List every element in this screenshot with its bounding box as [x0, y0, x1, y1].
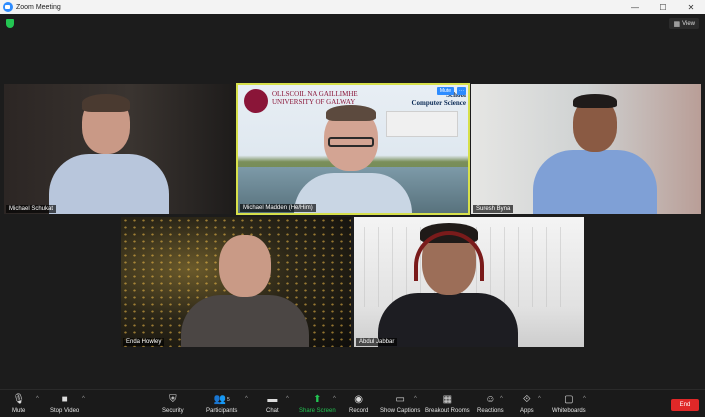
video-tile-michael-schukat[interactable]: Michael Schukat: [4, 84, 234, 214]
whiteboard-icon: ▢: [564, 394, 574, 405]
participant-video: [533, 150, 657, 214]
apps-options-chevron-icon[interactable]: ^: [538, 396, 541, 402]
window-title: Zoom Meeting: [16, 3, 61, 11]
more-options-button[interactable]: ···: [457, 87, 466, 95]
participant-video: [378, 293, 518, 347]
chat-bubble-icon: ▬: [267, 394, 278, 405]
video-tile-suresh-byna[interactable]: Suresh Byna: [471, 84, 701, 214]
participants-button[interactable]: 👥5 Participants: [206, 394, 237, 414]
meeting-toolbar: 🎙 Mute ^ ■ Stop Video ^ ⛨ Security 👥5 Pa…: [0, 389, 705, 417]
share-screen-icon: ⬆: [313, 394, 322, 405]
shield-icon: ⛨: [169, 394, 177, 405]
participant-name-tag: Michael Schukat: [6, 205, 57, 213]
virtual-background-building: [386, 111, 458, 137]
apps-icon: ⟐: [522, 394, 531, 405]
reactions-options-chevron-icon[interactable]: ^: [500, 396, 503, 402]
close-button[interactable]: ✕: [677, 0, 705, 14]
chat-options-chevron-icon[interactable]: ^: [286, 396, 289, 402]
share-screen-button[interactable]: ⬆ Share Screen: [299, 394, 336, 414]
apps-button[interactable]: ⟐ Apps: [520, 394, 534, 414]
captions-options-chevron-icon[interactable]: ^: [414, 396, 417, 402]
title-bar: Zoom Meeting — ☐ ✕: [0, 0, 705, 14]
participant-name-tag: Abdul Jabbar: [356, 338, 398, 346]
microphone-icon: 🎙: [12, 394, 26, 405]
video-camera-icon: ■: [61, 394, 68, 405]
view-button[interactable]: ▦ View: [669, 18, 699, 29]
participant-video-face: [219, 235, 271, 297]
encryption-shield-icon[interactable]: [6, 19, 14, 28]
zoom-logo-icon: [3, 2, 13, 12]
participant-video-hair: [82, 94, 130, 112]
share-options-chevron-icon[interactable]: ^: [333, 396, 336, 402]
participant-video-hair: [326, 105, 376, 121]
breakout-rooms-icon: ▦: [442, 394, 453, 405]
captions-icon: ▭: [395, 394, 405, 405]
window-controls: — ☐ ✕: [621, 0, 705, 14]
reactions-smiley-icon: ☺: [485, 394, 496, 405]
whiteboards-button[interactable]: ▢ Whiteboards: [552, 394, 586, 414]
participant-name-tag: Michael Madden (He/Him): [240, 204, 316, 212]
chat-button[interactable]: ▬ Chat: [266, 394, 279, 414]
participants-icon: 👥5: [213, 394, 230, 405]
participants-options-chevron-icon[interactable]: ^: [245, 396, 248, 402]
stop-video-button[interactable]: ■ Stop Video: [50, 394, 79, 414]
university-name: OLLSCOIL NA GAILLIMHE UNIVERSITY OF GALW…: [272, 90, 358, 106]
grid-view-icon: ▦: [673, 20, 681, 28]
minimize-button[interactable]: —: [621, 0, 649, 14]
video-tile-abdul-jabbar[interactable]: Abdul Jabbar: [354, 217, 584, 347]
end-meeting-button[interactable]: End: [671, 399, 699, 411]
mute-button[interactable]: 🎙 Mute: [12, 394, 25, 414]
mute-participant-button[interactable]: Mute: [436, 87, 454, 95]
whiteboards-options-chevron-icon[interactable]: ^: [583, 396, 586, 402]
maximize-button[interactable]: ☐: [649, 0, 677, 14]
video-tile-enda-howley[interactable]: Enda Howley: [121, 217, 351, 347]
audio-options-chevron-icon[interactable]: ^: [36, 396, 39, 402]
participant-video-glasses: [328, 137, 374, 147]
record-icon: ◉: [354, 394, 364, 405]
video-tile-michael-madden[interactable]: OLLSCOIL NA GAILLIMHE UNIVERSITY OF GALW…: [236, 83, 470, 215]
record-button[interactable]: ◉ Record: [349, 394, 368, 414]
security-button[interactable]: ⛨ Security: [162, 394, 184, 414]
participant-video: [49, 154, 169, 214]
participant-video: [181, 295, 309, 347]
video-options-chevron-icon[interactable]: ^: [82, 396, 85, 402]
breakout-rooms-button[interactable]: ▦ Breakout Rooms: [425, 394, 470, 414]
view-button-label: View: [682, 20, 695, 27]
university-crest-icon: [244, 89, 268, 113]
meeting-area: ▦ View Michael Schukat OLLSCOIL NA GAILL…: [0, 14, 705, 389]
participant-name-tag: Suresh Byna: [473, 205, 514, 213]
participants-count: 5: [227, 397, 230, 403]
participant-name-tag: Enda Howley: [123, 338, 165, 346]
participant-video-hair: [573, 94, 617, 108]
